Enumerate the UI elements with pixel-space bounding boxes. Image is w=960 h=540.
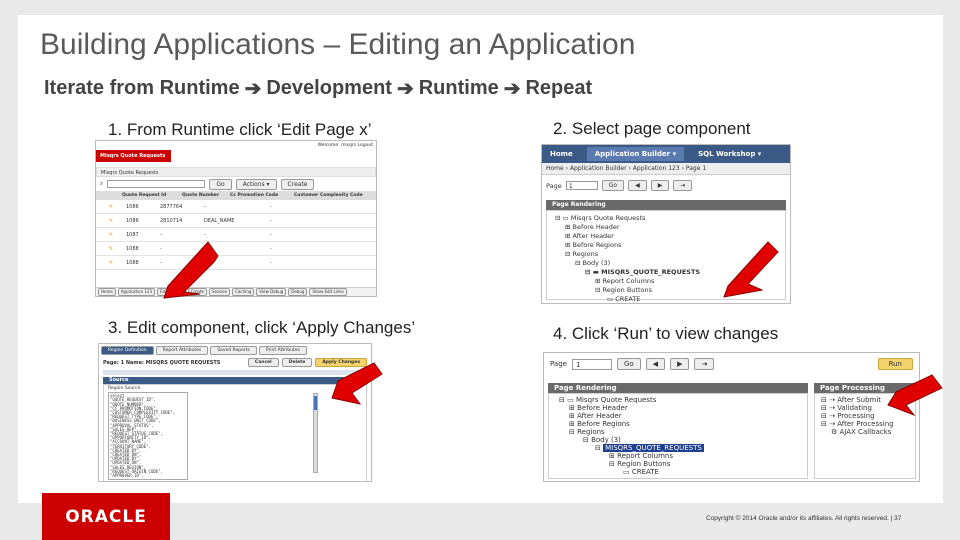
red-arrow-icon [887, 374, 943, 417]
red-arrow-icon [331, 362, 383, 405]
slide: Building Applications – Editing an Appli… [0, 0, 960, 540]
oracle-logo-text: ORACLE [65, 506, 147, 527]
copyright-text: Copyright © 2014 Oracle and/or its affil… [706, 515, 902, 522]
red-arrow-icon [723, 241, 779, 298]
oracle-logo: ORACLE [42, 493, 170, 540]
callout-arrows [163, 241, 943, 417]
red-arrow-icon [163, 241, 219, 299]
